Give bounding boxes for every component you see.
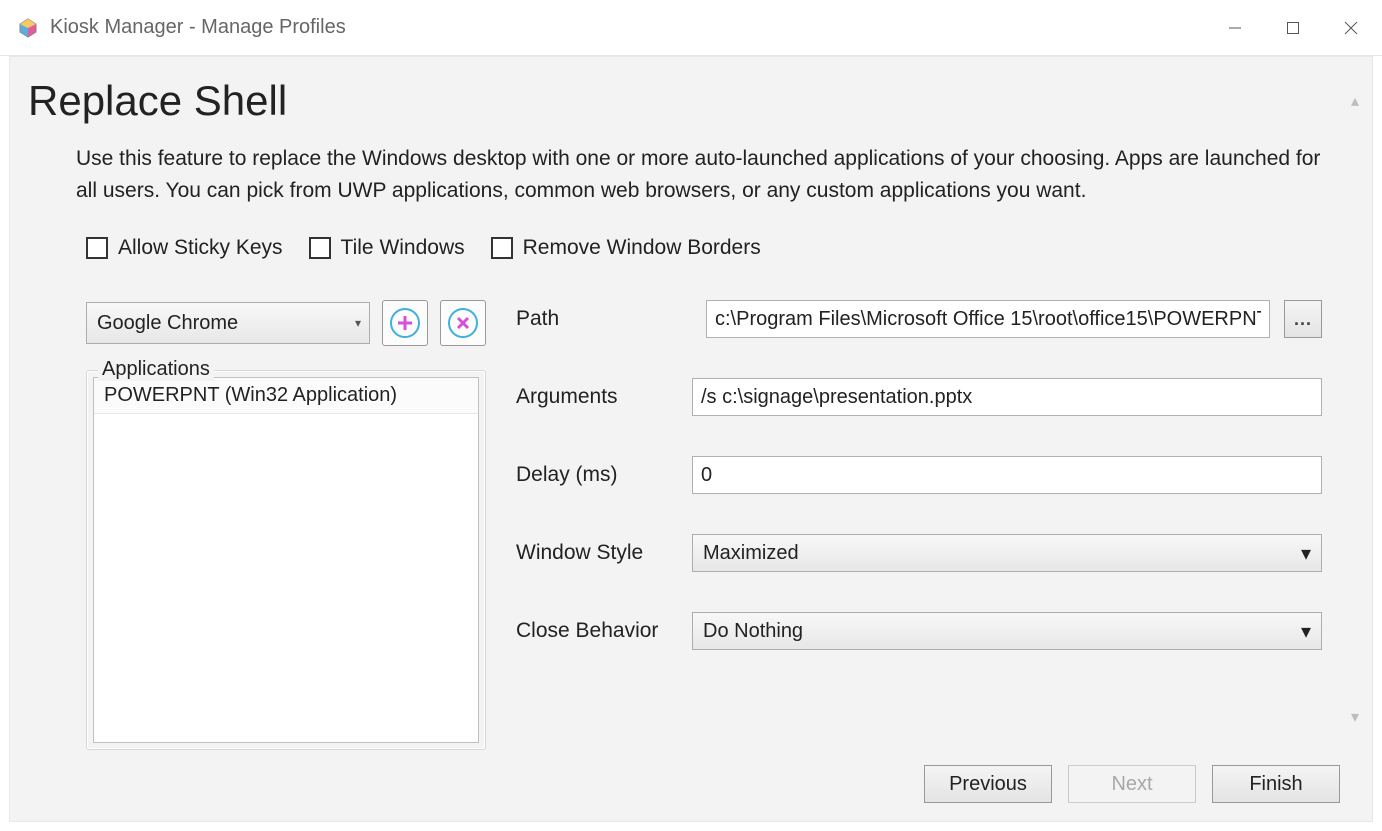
allow-sticky-keys-label: Allow Sticky Keys (118, 236, 283, 260)
minimize-button[interactable] (1206, 8, 1264, 48)
close-behavior-value: Do Nothing (703, 620, 803, 643)
path-label: Path (516, 307, 692, 331)
close-behavior-select[interactable]: Do Nothing ▾ (692, 612, 1322, 650)
browse-button[interactable]: ... (1284, 300, 1322, 338)
path-input[interactable] (706, 300, 1270, 338)
close-behavior-label: Close Behavior (516, 619, 692, 643)
window-style-label: Window Style (516, 541, 692, 565)
window-style-select[interactable]: Maximized ▾ (692, 534, 1322, 572)
app-template-value: Google Chrome (97, 312, 238, 335)
app-template-select[interactable]: Google Chrome ▾ (86, 302, 370, 344)
page-title: Replace Shell (28, 77, 1322, 125)
delay-label: Delay (ms) (516, 463, 692, 487)
maximize-button[interactable] (1264, 8, 1322, 48)
x-icon (448, 308, 478, 338)
scrollbar-hint: ▴ ▾ (1344, 91, 1366, 727)
close-button[interactable] (1322, 8, 1380, 48)
titlebar: Kiosk Manager - Manage Profiles (0, 0, 1382, 56)
tile-windows-label: Tile Windows (341, 236, 465, 260)
app-icon (18, 18, 38, 38)
applications-legend: Applications (98, 358, 214, 381)
remove-app-button[interactable] (440, 300, 486, 346)
scroll-up-icon: ▴ (1351, 91, 1359, 111)
next-button[interactable]: Next (1068, 765, 1196, 803)
chevron-down-icon: ▾ (1301, 619, 1311, 644)
previous-button[interactable]: Previous (924, 765, 1052, 803)
plus-icon (390, 308, 420, 338)
arguments-label: Arguments (516, 385, 692, 409)
chevron-down-icon: ▾ (355, 316, 361, 330)
applications-list[interactable]: POWERPNT (Win32 Application) (93, 377, 479, 743)
chevron-down-icon: ▾ (1301, 541, 1311, 566)
arguments-input[interactable] (692, 378, 1322, 416)
tile-windows-checkbox[interactable]: Tile Windows (309, 236, 465, 260)
window-title: Kiosk Manager - Manage Profiles (50, 16, 346, 39)
content-panel: Replace Shell Use this feature to replac… (9, 56, 1373, 822)
list-item[interactable]: POWERPNT (Win32 Application) (94, 378, 478, 414)
remove-borders-label: Remove Window Borders (523, 236, 761, 260)
scroll-down-icon: ▾ (1351, 707, 1359, 727)
page-description: Use this feature to replace the Windows … (76, 143, 1322, 206)
finish-button[interactable]: Finish (1212, 765, 1340, 803)
delay-input[interactable] (692, 456, 1322, 494)
add-app-button[interactable] (382, 300, 428, 346)
allow-sticky-keys-checkbox[interactable]: Allow Sticky Keys (86, 236, 283, 260)
window-style-value: Maximized (703, 542, 799, 565)
remove-borders-checkbox[interactable]: Remove Window Borders (491, 236, 761, 260)
